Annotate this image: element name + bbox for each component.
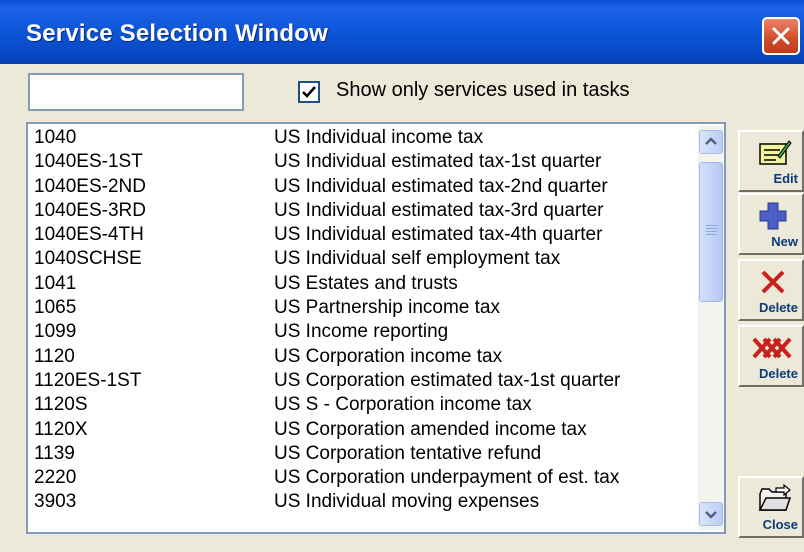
service-code: 1040 xyxy=(34,127,77,148)
scroll-grip-icon xyxy=(706,225,717,237)
plus-icon xyxy=(759,202,787,230)
service-code: 1065 xyxy=(34,297,77,319)
list-item[interactable]: 1040SCHSE US Individual self employment t… xyxy=(32,247,692,271)
list-item[interactable]: 3903 US Individual moving expenses xyxy=(32,490,692,514)
service-description: US Corporation underpayment of est. tax xyxy=(274,467,620,489)
services-list[interactable]: 1040 US Individual income tax 1040ES-1ST US… xyxy=(26,122,726,534)
checkmark-icon xyxy=(302,86,316,98)
service-description: US Estates and trusts xyxy=(274,272,458,294)
window-close-button[interactable] xyxy=(762,17,800,55)
scroll-up-button[interactable] xyxy=(699,130,723,154)
service-description: US Income reporting xyxy=(274,321,449,343)
delete-x-icon xyxy=(761,270,785,294)
list-item[interactable]: 1041 US Estates and trusts xyxy=(32,272,692,296)
list-item[interactable]: 1120ES-1ST US Corporation estimated tax-1… xyxy=(32,369,692,393)
delete-button-label: Delete xyxy=(758,300,798,315)
list-item[interactable]: 1040ES-3RD US Individual estimated tax-3r… xyxy=(32,199,692,223)
service-selection-window: Service Selection Window Show only servi… xyxy=(0,0,804,552)
service-code: 1040ES-4TH xyxy=(34,224,144,246)
delete-all-button-label: Delete xyxy=(758,366,798,381)
title-bar[interactable]: Service Selection Window xyxy=(0,0,804,64)
list-item[interactable]: 1040ES-4TH US Individual estimated tax-4t… xyxy=(32,223,692,247)
list-item[interactable]: 1099 US Income reporting xyxy=(32,320,692,344)
chevron-up-icon xyxy=(705,137,717,145)
service-description: US Individual estimated tax-4th quarter xyxy=(274,224,603,246)
service-code: 1040ES-3RD xyxy=(34,199,146,221)
show-used-services-checkbox[interactable] xyxy=(298,81,320,103)
service-code: 1120X xyxy=(34,418,88,440)
service-description: US Individual income tax xyxy=(274,127,484,148)
scroll-thumb[interactable] xyxy=(699,162,723,302)
new-button-label: New xyxy=(771,234,798,249)
service-code: 1040ES-2ND xyxy=(34,175,146,197)
list-item[interactable]: 1120X US Corporation amended income tax xyxy=(32,418,692,442)
close-x-icon xyxy=(772,27,790,45)
scroll-down-button[interactable] xyxy=(699,502,723,526)
new-button[interactable]: New xyxy=(738,193,804,255)
edit-pencil-icon xyxy=(759,140,792,165)
window-title: Service Selection Window xyxy=(26,20,328,47)
service-description: US Corporation income tax xyxy=(274,345,503,367)
service-code: 2220 xyxy=(34,467,77,489)
show-used-services-label[interactable]: Show only services used in tasks xyxy=(336,79,629,102)
list-item[interactable]: 1139 US Corporation tentative refund xyxy=(32,442,692,466)
service-code: 1120 xyxy=(34,345,75,367)
service-code: 1040ES-1ST xyxy=(34,151,143,173)
service-description: US Individual estimated tax-2nd quarter xyxy=(274,175,608,197)
list-item[interactable]: 2220 US Corporation underpayment of est. … xyxy=(32,466,692,490)
services-rows: 1040 US Individual income tax 1040ES-1ST US… xyxy=(32,126,692,515)
close-button[interactable]: Close xyxy=(738,476,804,538)
delete-all-button[interactable]: Delete xyxy=(738,325,804,387)
delete-button[interactable]: Delete xyxy=(738,259,804,321)
service-description: US Corporation tentative refund xyxy=(274,442,542,464)
service-code: 1139 xyxy=(34,442,75,464)
service-code: 1120ES-1ST xyxy=(34,369,142,391)
list-item[interactable]: 1040ES-2ND US Individual estimated tax-2n… xyxy=(32,175,692,199)
vertical-scrollbar[interactable] xyxy=(698,126,724,530)
list-item[interactable]: 1120S US S - Corporation income tax xyxy=(32,393,692,417)
edit-button-label: Edit xyxy=(773,171,798,186)
service-code: 1120S xyxy=(34,394,88,416)
service-code: 3903 xyxy=(34,491,77,513)
close-button-label: Close xyxy=(762,517,798,532)
service-description: US Individual estimated tax-3rd quarter xyxy=(274,199,604,221)
service-description: US Individual self employment tax xyxy=(274,248,561,270)
service-description: US S - Corporation income tax xyxy=(274,394,532,416)
service-description: US Corporation amended income tax xyxy=(274,418,587,440)
service-description: US Partnership income tax xyxy=(274,297,500,319)
delete-all-icon xyxy=(752,337,792,359)
folder-close-icon xyxy=(758,484,792,511)
service-code: 1040SCHSE xyxy=(34,248,142,270)
service-description: US Individual moving expenses xyxy=(274,491,540,513)
list-item[interactable]: 1065 US Partnership income tax xyxy=(32,296,692,320)
service-description: US Individual estimated tax-1st quarter xyxy=(274,151,602,173)
chevron-down-icon xyxy=(705,511,717,519)
service-code: 1041 xyxy=(34,272,77,294)
search-input[interactable] xyxy=(28,73,244,111)
service-description: US Corporation estimated tax-1st quarter xyxy=(274,369,621,391)
list-item[interactable]: 1040ES-1ST US Individual estimated tax-1s… xyxy=(32,150,692,174)
service-code: 1099 xyxy=(34,321,77,343)
edit-button[interactable]: Edit xyxy=(738,130,804,192)
list-item[interactable]: 1120 US Corporation income tax xyxy=(32,345,692,369)
list-item[interactable]: 1040 US Individual income tax xyxy=(32,126,692,150)
